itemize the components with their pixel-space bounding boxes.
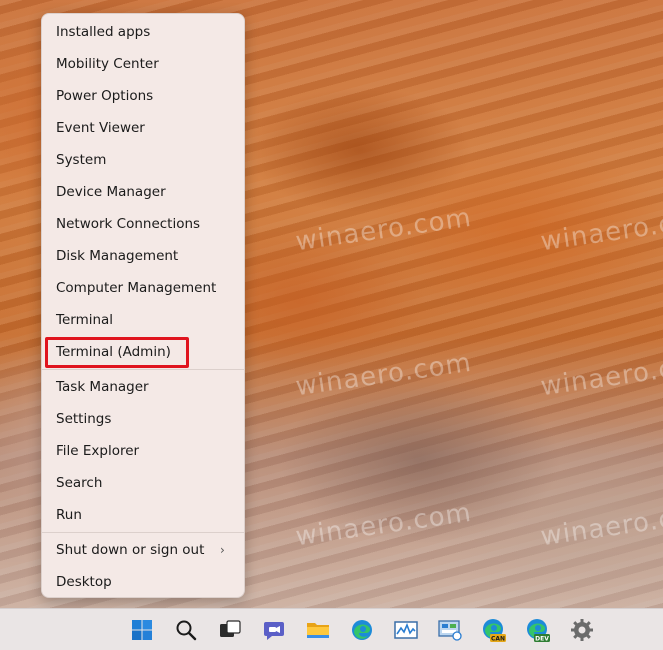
settings-icon[interactable] bbox=[569, 617, 595, 643]
watermark: winaero.com bbox=[293, 497, 474, 553]
quick-link-menu: Installed apps Mobility Center Power Opt… bbox=[41, 13, 245, 598]
performance-monitor-icon[interactable] bbox=[393, 617, 419, 643]
menu-item-settings[interactable]: Settings bbox=[56, 411, 111, 427]
menu-item-device-manager[interactable]: Device Manager bbox=[56, 184, 166, 200]
edge-canary-icon[interactable]: CAN bbox=[481, 617, 507, 643]
edge-icon[interactable] bbox=[349, 617, 375, 643]
menu-item-terminal[interactable]: Terminal bbox=[56, 312, 113, 328]
control-panel-icon[interactable] bbox=[437, 617, 463, 643]
chevron-right-icon: › bbox=[220, 543, 225, 557]
watermark: winaero.com bbox=[293, 347, 474, 403]
watermark: winaero.com bbox=[538, 347, 663, 403]
menu-item-installed-apps[interactable]: Installed apps bbox=[56, 24, 150, 40]
edge-dev-icon[interactable]: DEV bbox=[525, 617, 551, 643]
taskbar: CAN DEV bbox=[0, 608, 663, 650]
start-icon[interactable] bbox=[129, 617, 155, 643]
menu-separator bbox=[42, 532, 244, 533]
edge-canary-badge: CAN bbox=[491, 636, 505, 643]
watermark: winaero.com bbox=[538, 497, 663, 553]
menu-item-mobility-center[interactable]: Mobility Center bbox=[56, 56, 159, 72]
edge-dev-badge: DEV bbox=[535, 636, 549, 643]
menu-item-computer-management[interactable]: Computer Management bbox=[56, 280, 216, 296]
menu-item-system[interactable]: System bbox=[56, 152, 106, 168]
menu-item-network-connections[interactable]: Network Connections bbox=[56, 216, 200, 232]
menu-item-search[interactable]: Search bbox=[56, 475, 102, 491]
chat-icon[interactable] bbox=[261, 617, 287, 643]
watermark: winaero.com bbox=[293, 202, 474, 258]
menu-item-power-options[interactable]: Power Options bbox=[56, 88, 153, 104]
menu-item-disk-management[interactable]: Disk Management bbox=[56, 248, 178, 264]
file-explorer-icon[interactable] bbox=[305, 617, 331, 643]
menu-item-file-explorer[interactable]: File Explorer bbox=[56, 443, 139, 459]
task-view-icon[interactable] bbox=[217, 617, 243, 643]
menu-item-desktop[interactable]: Desktop bbox=[56, 574, 112, 590]
menu-item-event-viewer[interactable]: Event Viewer bbox=[56, 120, 145, 136]
menu-item-shut-down[interactable]: Shut down or sign out bbox=[56, 542, 204, 558]
menu-item-task-manager[interactable]: Task Manager bbox=[56, 379, 149, 395]
watermark: winaero.com bbox=[538, 202, 663, 258]
search-icon[interactable] bbox=[173, 617, 199, 643]
menu-item-run[interactable]: Run bbox=[56, 507, 82, 523]
menu-separator bbox=[42, 369, 244, 370]
highlight-box bbox=[45, 337, 189, 368]
